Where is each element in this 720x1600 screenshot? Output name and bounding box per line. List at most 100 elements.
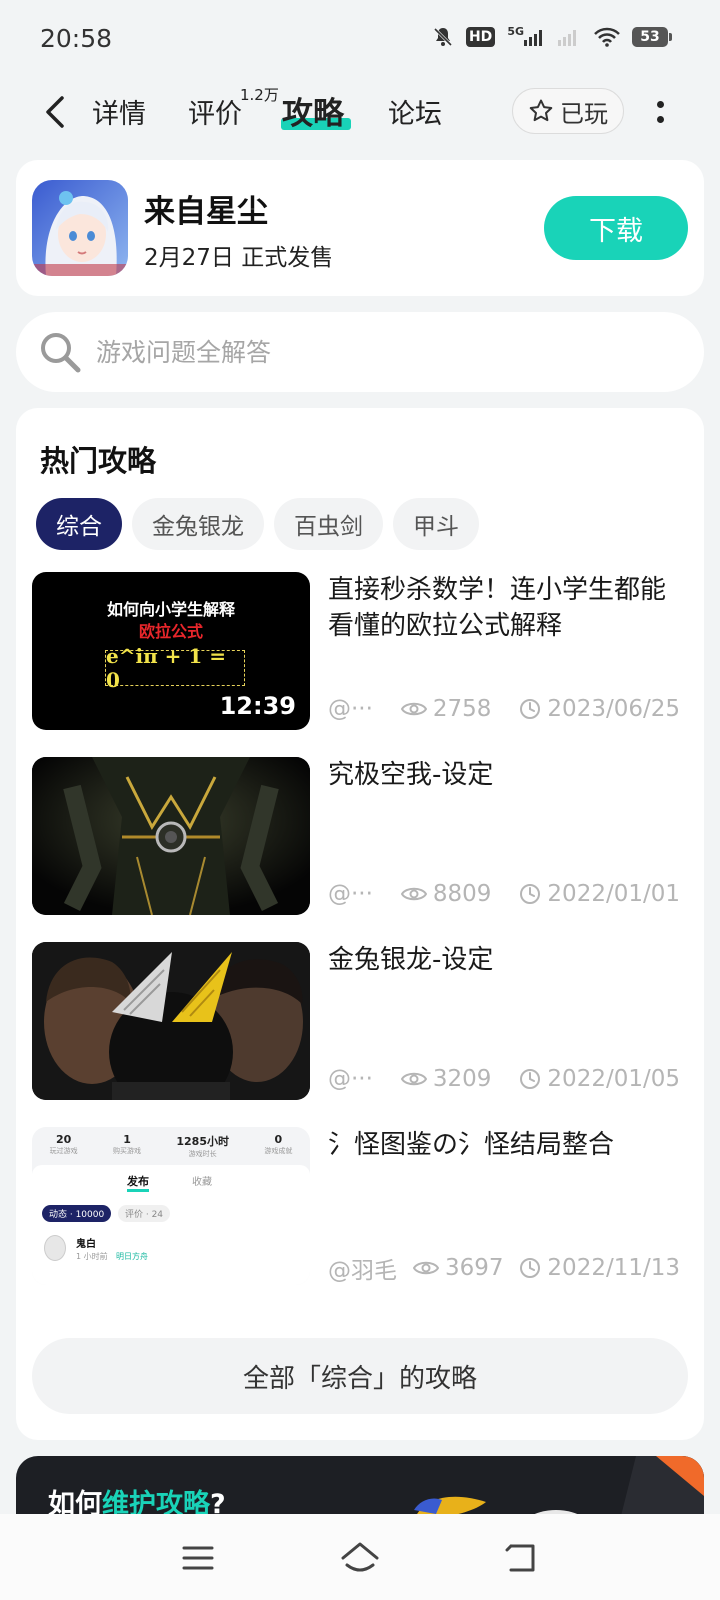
thumb-user-time: 1 小时前	[76, 1252, 108, 1261]
thumb-stat: 1285小时 游戏时长	[176, 1133, 229, 1159]
chip-gold-rabbit-silver-dragon[interactable]: 金兔银龙	[132, 498, 264, 550]
status-icons: HD 5G 53	[432, 24, 672, 48]
hd-badge: HD	[465, 27, 496, 47]
view-count-value: 3697	[444, 1255, 504, 1281]
search-bar[interactable]	[16, 312, 704, 392]
return-icon	[505, 1544, 535, 1572]
thumb-user-game: 明日方舟	[116, 1252, 148, 1261]
article-title[interactable]: 究极空我-设定	[328, 757, 678, 793]
article-thumbnail[interactable]	[32, 942, 310, 1100]
view-count: 8809	[400, 881, 491, 907]
search-icon	[38, 330, 82, 374]
back-button[interactable]	[36, 90, 72, 134]
article-author[interactable]: @···	[328, 881, 373, 907]
back-nav-button[interactable]	[498, 1536, 542, 1580]
thumb-avatar	[44, 1235, 66, 1261]
category-chips: 综合 金兔银龙 百虫剑 甲斗	[36, 498, 479, 550]
formula-text: e^iπ + 1 = 0	[106, 644, 227, 692]
article-thumbnail[interactable]: 20 玩过游戏 1 购买游戏 1285小时 游戏时长 0 游戏成就 发布 收藏 …	[32, 1127, 310, 1285]
article-thumbnail[interactable]	[32, 757, 310, 915]
status-bar: 20:58 HD 5G 53	[0, 0, 720, 80]
game-title: 来自星尘	[144, 194, 268, 230]
thumb-stat: 20 玩过游戏	[50, 1133, 78, 1159]
played-label: 已玩	[560, 99, 608, 128]
search-input[interactable]	[96, 332, 656, 372]
back-arrow-icon	[46, 96, 64, 128]
thumb-caption-line2: 欧拉公式	[138, 622, 203, 641]
mute-bell-icon	[432, 26, 454, 48]
thumb-stat-label: 购买游戏	[113, 1147, 142, 1155]
eye-icon	[400, 887, 427, 901]
thumb-content-card: 发布 收藏 动态 · 10000 评价 · 24 鬼白 1 小时前 明日方舟	[32, 1165, 310, 1285]
home-button[interactable]	[338, 1536, 382, 1580]
clock-icon	[520, 1258, 541, 1278]
battery-icon: 53	[632, 27, 672, 47]
clock-icon	[520, 699, 541, 719]
thumb-stat-label: 游戏成就	[264, 1147, 293, 1155]
thumb-tab-other: 收藏	[192, 1177, 212, 1188]
chip-hundred-bug-sword[interactable]: 百虫剑	[274, 498, 383, 550]
home-icon	[341, 1542, 379, 1572]
status-time: 20:58	[40, 24, 113, 53]
thumb-stat-label: 游戏时长	[188, 1150, 217, 1158]
tab-guide[interactable]: 攻略	[282, 88, 344, 133]
eye-icon	[400, 1072, 427, 1086]
view-count: 2758	[400, 696, 491, 722]
chip-general[interactable]: 综合	[36, 498, 122, 550]
article-author[interactable]: @···	[328, 696, 373, 722]
article-meta: @··· 3209 2022/01/05	[328, 1066, 680, 1092]
network-type: 5G	[507, 24, 524, 38]
article-item[interactable]: 金兔银龙-设定 @··· 3209 2022/01/05	[32, 942, 692, 1102]
top-nav: 详情 评价 1.2万 攻略 论坛 已玩	[0, 80, 720, 144]
clock-icon	[520, 884, 541, 904]
hot-guides-panel: 热门攻略 综合 金兔银龙 百虫剑 甲斗 如何向小学生解释 欧拉公式 e^iπ +…	[16, 408, 704, 1440]
view-count: 3697	[412, 1255, 504, 1281]
game-icon[interactable]	[32, 180, 128, 276]
thumb-formula: e^iπ + 1 = 0	[105, 644, 245, 692]
article-title[interactable]: 氵怪图鉴の氵怪结局整合	[328, 1127, 678, 1163]
more-dot	[656, 101, 664, 108]
star-icon	[529, 99, 553, 122]
more-options-button[interactable]	[650, 94, 670, 130]
publish-date-value: 2022/11/13	[547, 1255, 680, 1281]
view-count-value: 3209	[432, 1066, 492, 1092]
publish-date-value: 2022/01/01	[547, 881, 680, 907]
review-count-badge: 1.2万	[240, 86, 279, 104]
article-author[interactable]: @···	[328, 1066, 373, 1092]
wifi-icon	[594, 27, 620, 47]
played-button[interactable]: 已玩	[512, 88, 624, 134]
thumb-stats-row: 20 玩过游戏 1 购买游戏 1285小时 游戏时长 0 游戏成就	[32, 1133, 310, 1159]
thumb-pill-other: 评价 · 24	[118, 1205, 171, 1222]
game-release-date: 2月27日 正式发售	[144, 245, 334, 271]
clock-icon	[520, 1069, 541, 1089]
view-all-guides-button[interactable]: 全部「综合」的攻略	[32, 1338, 688, 1414]
article-item[interactable]: 20 玩过游戏 1 购买游戏 1285小时 游戏时长 0 游戏成就 发布 收藏 …	[32, 1127, 692, 1287]
tab-detail[interactable]: 详情	[92, 92, 146, 131]
publish-date: 2023/06/25	[519, 696, 680, 722]
tab-review[interactable]: 评价	[188, 92, 242, 131]
tab-forum[interactable]: 论坛	[388, 92, 442, 131]
article-author[interactable]: @羽毛	[328, 1251, 397, 1285]
download-button[interactable]: 下载	[544, 196, 688, 260]
article-title[interactable]: 直接秒杀数学！连小学生都能看懂的欧拉公式解释	[328, 572, 678, 644]
eye-icon	[400, 702, 427, 716]
article-item[interactable]: 究极空我-设定 @··· 8809 2022/01/01	[32, 757, 692, 917]
menu-button[interactable]	[176, 1536, 220, 1580]
article-meta: @羽毛 3697 2022/11/13	[328, 1251, 680, 1285]
thumb-stat: 0 游戏成就	[264, 1133, 292, 1159]
article-thumbnail[interactable]: 如何向小学生解释 欧拉公式 e^iπ + 1 = 0 12:39	[32, 572, 310, 730]
video-duration: 12:39	[219, 692, 296, 720]
article-item[interactable]: 如何向小学生解释 欧拉公式 e^iπ + 1 = 0 12:39 直接秒杀数学！…	[32, 572, 692, 732]
thumb-stat-num: 1	[123, 1133, 131, 1146]
article-title[interactable]: 金兔银龙-设定	[328, 942, 678, 978]
publish-date-value: 2023/06/25	[547, 696, 680, 722]
article-meta: @··· 8809 2022/01/01	[328, 881, 680, 907]
thumb-stat: 1 购买游戏	[113, 1133, 141, 1159]
chip-armor-fight[interactable]: 甲斗	[393, 498, 479, 550]
thumb-tab-active: 发布	[127, 1173, 149, 1192]
game-card[interactable]: 来自星尘 2月27日 正式发售 下载	[16, 160, 704, 296]
menu-icon	[182, 1546, 214, 1570]
thumb-user-name: 鬼白	[76, 1239, 96, 1250]
signal-weak-icon	[558, 28, 582, 46]
section-title: 热门攻略	[40, 444, 157, 478]
